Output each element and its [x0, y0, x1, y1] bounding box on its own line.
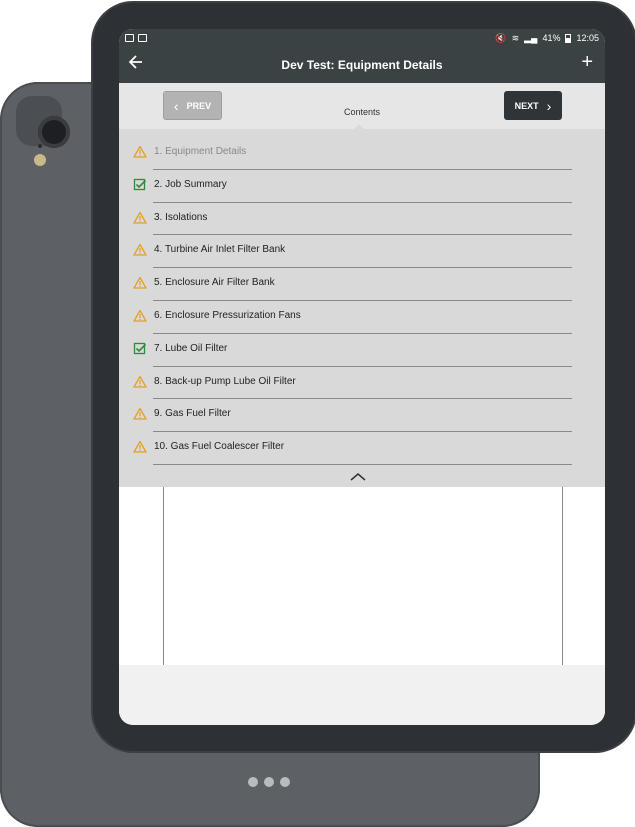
mute-icon: 🔇: [495, 32, 507, 43]
bottom-bar: [119, 665, 605, 725]
contents-item[interactable]: 6. Enclosure Pressurization Fans: [119, 301, 605, 334]
battery-percent: 41%: [542, 33, 561, 43]
contents-item-label: 9. Gas Fuel Filter: [154, 408, 231, 420]
content-area: [163, 487, 563, 666]
warning-triangle-icon: [133, 408, 147, 421]
next-label: NEXT: [514, 100, 539, 111]
contents-item[interactable]: 4. Turbine Air Inlet Filter Bank: [119, 235, 605, 269]
add-plus-icon[interactable]: +: [581, 52, 593, 72]
collapse-chevron-up-icon[interactable]: [350, 473, 366, 481]
tablet-front: 🔇 ≋ ▂▄ 41% 12:05 Dev Test: Equipment Det…: [93, 3, 635, 751]
contents-item[interactable]: 10. Gas Fuel Coalescer Filter: [119, 432, 605, 465]
contents-item[interactable]: 5. Enclosure Air Filter Bank: [119, 268, 605, 301]
back-arrow-icon[interactable]: [128, 54, 143, 74]
section-nav: ‹ PREV Contents NEXT ›: [119, 83, 605, 130]
contents-item[interactable]: 1. Equipment Details: [119, 137, 605, 170]
tablet-screen: 🔇 ≋ ▂▄ 41% 12:05 Dev Test: Equipment Det…: [119, 29, 605, 725]
contents-panel: 1. Equipment Details 2. Job Summary 3. Iso…: [119, 129, 605, 487]
app-notification-icon: [138, 34, 147, 42]
warning-triangle-icon: [133, 441, 147, 453]
divider: [153, 463, 572, 465]
contents-item-label: 5. Enclosure Air Filter Bank: [154, 277, 275, 289]
battery-icon: [565, 33, 572, 43]
camera-module: [16, 96, 70, 148]
contents-item-label: 6. Enclosure Pressurization Fans: [154, 309, 301, 321]
warning-triangle-icon: [133, 244, 147, 257]
contents-item[interactable]: 3. Isolations: [119, 203, 605, 236]
warning-triangle-icon: [133, 277, 147, 289]
contents-item[interactable]: 9. Gas Fuel Filter: [119, 399, 605, 433]
warning-triangle-icon: [133, 309, 147, 322]
microphone-icon: [38, 144, 42, 148]
status-time: 12:05: [576, 33, 599, 43]
chevron-right-icon: ›: [546, 97, 552, 114]
status-bar: 🔇 ≋ ▂▄ 41% 12:05: [119, 29, 605, 47]
app-bar: Dev Test: Equipment Details +: [119, 47, 605, 83]
warning-triangle-icon: [133, 211, 147, 224]
warning-triangle-icon: [133, 145, 147, 158]
contents-list: 1. Equipment Details 2. Job Summary 3. Iso…: [119, 129, 605, 465]
page-title: Dev Test: Equipment Details: [281, 58, 443, 72]
flash-icon: [34, 154, 46, 166]
wifi-icon: ≋: [511, 32, 520, 43]
contents-item-label: 1. Equipment Details: [154, 146, 247, 157]
warning-triangle-icon: [133, 375, 147, 388]
smart-connector: [248, 777, 290, 787]
contents-item[interactable]: 2. Job Summary: [119, 170, 605, 203]
contents-item-label: 3. Isolations: [154, 211, 208, 223]
gallery-icon: [125, 34, 134, 42]
next-button[interactable]: NEXT ›: [504, 91, 562, 120]
contents-item-label: 2. Job Summary: [154, 178, 227, 190]
contents-item-label: 8. Back-up Pump Lube Oil Filter: [154, 375, 296, 387]
signal-icon: ▂▄: [524, 32, 538, 43]
checkbox-checked-icon: [133, 178, 147, 190]
contents-item[interactable]: 7. Lube Oil Filter: [119, 334, 605, 367]
contents-item-label: 4. Turbine Air Inlet Filter Bank: [154, 244, 286, 256]
contents-item-label: 7. Lube Oil Filter: [154, 342, 228, 354]
camera-lens-icon: [38, 116, 70, 148]
checkbox-checked-icon: [133, 342, 147, 354]
contents-item[interactable]: 8. Back-up Pump Lube Oil Filter: [119, 367, 605, 400]
contents-item-label: 10. Gas Fuel Coalescer Filter: [154, 441, 285, 453]
